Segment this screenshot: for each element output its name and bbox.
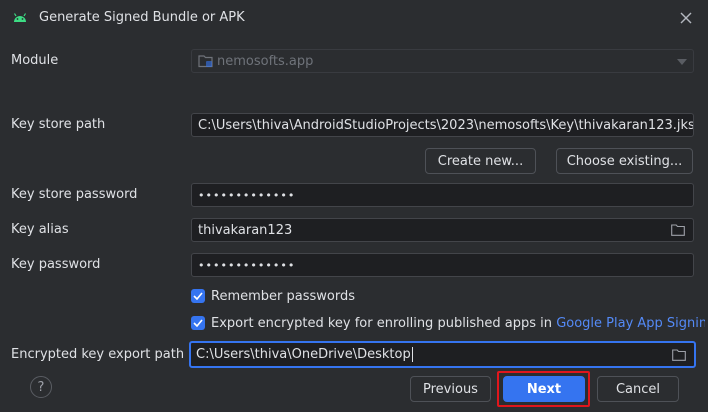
key-store-password-label: Key store password xyxy=(11,187,138,202)
help-button[interactable]: ? xyxy=(30,376,52,398)
previous-button[interactable]: Previous xyxy=(410,376,491,402)
choose-existing-button[interactable]: Choose existing... xyxy=(556,148,693,174)
key-alias-value: thivakaran123 xyxy=(198,222,293,238)
key-store-path-label: Key store path xyxy=(11,117,106,132)
module-select[interactable]: nemosofts.app xyxy=(191,49,694,73)
google-play-app-signing-link[interactable]: Google Play App Signing xyxy=(556,316,705,331)
export-path-label: Encrypted key export path xyxy=(11,347,185,362)
key-store-path-field[interactable]: C:\Users\thiva\AndroidStudioProjects\202… xyxy=(191,113,694,137)
remember-passwords-checkbox[interactable] xyxy=(191,289,205,303)
export-path-field[interactable]: C:\Users\thiva\OneDrive\Desktop xyxy=(189,341,696,368)
cancel-button[interactable]: Cancel xyxy=(597,376,679,402)
module-folder-icon xyxy=(198,55,213,68)
key-password-label: Key password xyxy=(11,257,101,272)
next-button-highlight xyxy=(497,371,590,407)
close-button[interactable] xyxy=(676,8,696,28)
export-key-text: Export encrypted key for enrolling publi… xyxy=(211,316,705,331)
chevron-down-icon xyxy=(677,59,687,65)
key-password-value: ••••••••••••• xyxy=(198,258,296,272)
title-bar: Generate Signed Bundle or APK xyxy=(0,0,708,36)
key-alias-field[interactable]: thivakaran123 xyxy=(191,218,694,242)
key-store-path-value: C:\Users\thiva\AndroidStudioProjects\202… xyxy=(198,117,694,133)
remember-passwords-label[interactable]: Remember passwords xyxy=(211,289,355,304)
key-password-field[interactable]: ••••••••••••• xyxy=(191,253,694,277)
key-alias-label: Key alias xyxy=(11,222,69,237)
question-icon: ? xyxy=(37,379,45,395)
module-label: Module xyxy=(11,53,59,68)
folder-icon[interactable] xyxy=(672,349,686,361)
checkmark-icon xyxy=(193,292,203,300)
create-new-button[interactable]: Create new... xyxy=(425,148,536,174)
key-store-password-value: ••••••••••••• xyxy=(198,188,296,202)
close-icon xyxy=(680,12,692,24)
export-key-label[interactable]: Export encrypted key for enrolling publi… xyxy=(211,316,552,331)
export-path-value: C:\Users\thiva\OneDrive\Desktop xyxy=(196,347,411,362)
window-title: Generate Signed Bundle or APK xyxy=(39,10,245,25)
checkmark-icon xyxy=(193,319,203,327)
folder-icon[interactable] xyxy=(671,224,685,236)
module-value: nemosofts.app xyxy=(217,53,314,69)
android-icon xyxy=(13,13,27,22)
text-cursor xyxy=(411,347,413,362)
export-key-checkbox[interactable] xyxy=(191,316,205,330)
key-store-password-field[interactable]: ••••••••••••• xyxy=(191,183,694,207)
